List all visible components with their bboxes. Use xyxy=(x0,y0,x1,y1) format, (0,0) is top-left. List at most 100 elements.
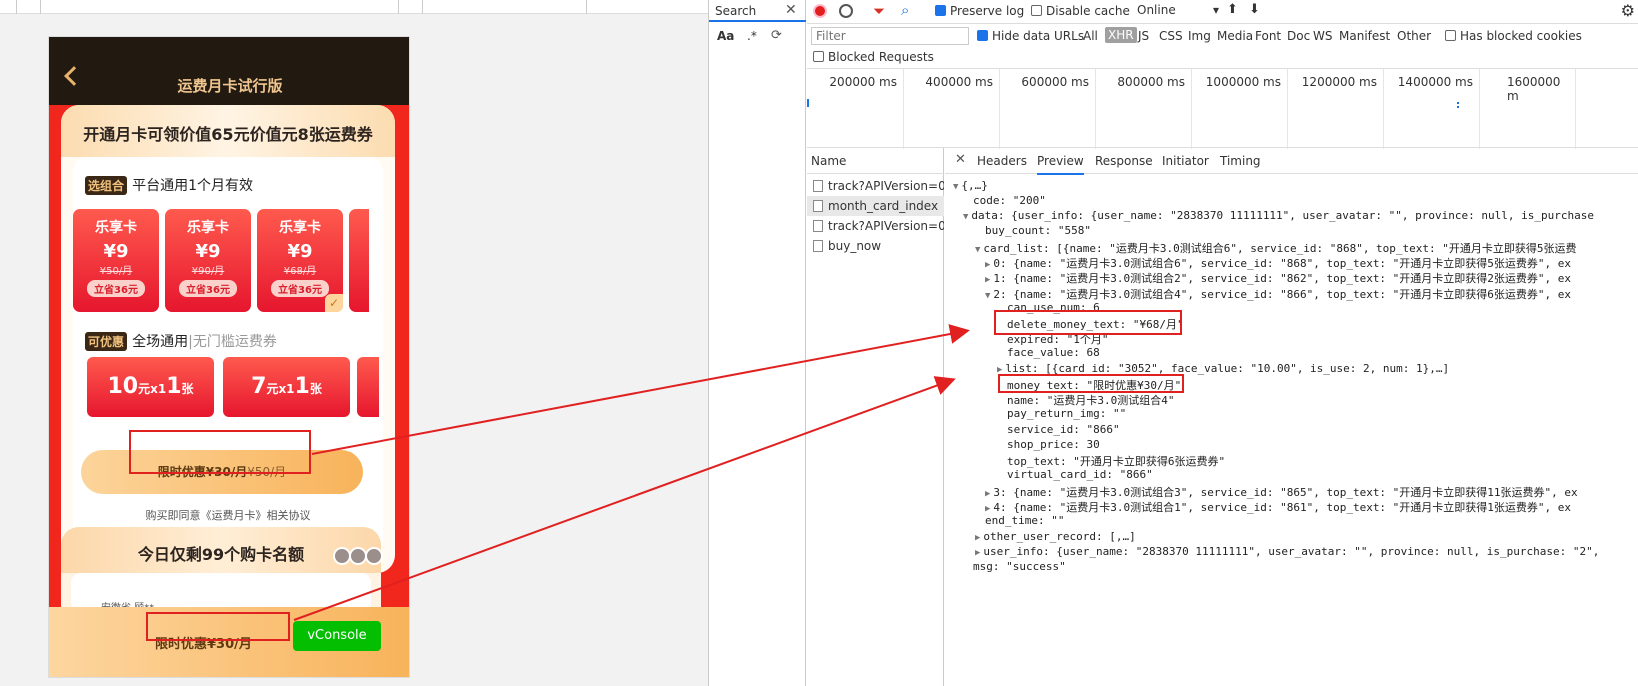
json-line: service_id: "866" xyxy=(1007,423,1120,436)
card-price: ¥9 xyxy=(195,241,221,262)
highlight-box xyxy=(146,612,290,641)
type-font[interactable]: Font xyxy=(1255,29,1281,43)
card-original-price: ¥90/月 xyxy=(191,266,225,277)
promo-card: 开通月卡可领价值65元价值元8张运费券 选组合 平台通用1个月有效 乐享卡 ¥9… xyxy=(61,105,395,573)
close-icon[interactable]: ✕ xyxy=(955,152,966,167)
tab-initiator[interactable]: Initiator xyxy=(1162,154,1209,168)
filter-icon[interactable]: ⏷ xyxy=(873,2,885,20)
json-line[interactable]: ▶ other_user_record: [,…] xyxy=(975,530,1136,543)
browser-tab-strip xyxy=(0,0,740,14)
type-media[interactable]: Media xyxy=(1217,29,1253,43)
highlight-box xyxy=(998,374,1184,393)
promo-headline: 开通月卡可领价值65元价值元8张运费券 xyxy=(83,125,373,144)
section-discount: 可优惠 全场通用|无门槛运费券 xyxy=(85,331,277,351)
json-line[interactable]: ▶ 3: {name: "运费月卡3.0测试组合3", service_id: "… xyxy=(985,484,1578,500)
request-detail: ✕ Headers Preview Response Initiator Tim… xyxy=(945,148,1638,686)
network-toolbar: ⏷ ⌕ Preserve log Disable cache Online ▾ ⬆… xyxy=(807,0,1638,24)
has-blocked-cookies-checkbox[interactable]: Has blocked cookies xyxy=(1445,29,1582,43)
timeline-tick: 200000 ms xyxy=(829,75,897,89)
refresh-icon[interactable]: ⟳ xyxy=(771,28,782,43)
filter-row: Hide data URLs All XHR JS CSS Img Media … xyxy=(807,24,1638,48)
coupon-item: 10元x11张 xyxy=(87,357,214,417)
json-line: shop_price: 30 xyxy=(1007,438,1100,451)
network-timeline[interactable]: 200000 ms 400000 ms 600000 ms 800000 ms … xyxy=(807,68,1638,149)
search-icon[interactable]: ⌕ xyxy=(901,1,909,19)
request-row[interactable]: track?APIVersion=0.... xyxy=(807,216,944,236)
hide-data-urls-checkbox[interactable]: Hide data URLs xyxy=(977,29,1084,43)
type-all[interactable]: All xyxy=(1083,29,1098,43)
tab-response[interactable]: Response xyxy=(1095,154,1153,168)
download-icon[interactable]: ⬇ xyxy=(1249,2,1260,17)
discount-subtitle: |无门槛运费券 xyxy=(188,334,277,350)
request-row[interactable]: buy_now xyxy=(807,236,944,256)
type-img[interactable]: Img xyxy=(1188,29,1211,43)
network-panel: ⏷ ⌕ Preserve log Disable cache Online ▾ ⬆… xyxy=(807,0,1638,686)
close-icon[interactable]: ✕ xyxy=(785,2,797,18)
type-xhr[interactable]: XHR xyxy=(1105,27,1137,43)
search-tab[interactable]: Search xyxy=(715,4,756,18)
json-line[interactable]: ▶ 1: {name: "运费月卡3.0测试组合2", service_id: "… xyxy=(985,270,1571,286)
card-name: 乐享卡 xyxy=(279,220,321,236)
json-line: end_time: "" xyxy=(985,514,1065,527)
tab-headers[interactable]: Headers xyxy=(977,154,1027,168)
gear-icon[interactable]: ⚙ xyxy=(1621,1,1635,20)
detail-tabs: ✕ Headers Preview Response Initiator Tim… xyxy=(945,148,1638,175)
filter-input[interactable] xyxy=(811,27,969,45)
upload-icon[interactable]: ⬆ xyxy=(1227,2,1238,17)
search-panel: Search ✕ Aa .* ⟳ xyxy=(709,0,806,686)
agreement-text[interactable]: 购买即同意《运费月卡》相关协议 xyxy=(61,507,395,523)
type-doc[interactable]: Doc xyxy=(1287,29,1310,43)
card-original-price: ¥50/月 xyxy=(99,266,133,277)
preserve-log-checkbox[interactable]: Preserve log xyxy=(935,4,1024,18)
json-line[interactable]: ▶ 0: {name: "运费月卡3.0测试组合6", service_id: "… xyxy=(985,255,1571,271)
type-js[interactable]: JS xyxy=(1138,29,1149,43)
card-option[interactable]: 乐享卡 ¥9 ¥50/月 立省36元 xyxy=(73,209,159,312)
discount-title: 全场通用 xyxy=(132,334,189,350)
request-row[interactable]: track?APIVersion=0.... xyxy=(807,176,944,196)
promo-body: 选组合 平台通用1个月有效 乐享卡 ¥9 ¥50/月 立省36元 乐享卡 ¥9 … xyxy=(73,157,383,557)
devtools-panel: Search ✕ Aa .* ⟳ ⏷ ⌕ Preserve log Disabl… xyxy=(708,0,1638,686)
json-line: pay_return_img: "" xyxy=(1007,407,1127,420)
json-line: buy_count: "558" xyxy=(985,224,1091,237)
type-ws[interactable]: WS xyxy=(1313,29,1332,43)
regex-button[interactable]: .* xyxy=(747,29,757,43)
request-row-selected[interactable]: month_card_index xyxy=(807,196,944,216)
json-line: msg: "success" xyxy=(973,560,1066,573)
card-name: 乐享卡 xyxy=(187,220,229,236)
card-price: ¥9 xyxy=(287,241,313,262)
vconsole-button[interactable]: vConsole xyxy=(293,621,381,651)
card-save-badge: 立省36元 xyxy=(179,280,237,297)
discount-tag: 可优惠 xyxy=(85,332,128,351)
blocked-requests-checkbox[interactable]: Blocked Requests xyxy=(813,50,934,64)
timeline-tick: 1000000 ms xyxy=(1205,75,1281,89)
timeline-tick: 800000 ms xyxy=(1117,75,1185,89)
json-line[interactable]: ▼ 2: {name: "运费月卡3.0测试组合4", service_id: "… xyxy=(985,286,1571,302)
timeline-tick: 1600000 m xyxy=(1507,75,1561,103)
type-css[interactable]: CSS xyxy=(1159,29,1183,43)
disable-cache-checkbox[interactable]: Disable cache xyxy=(1031,4,1130,18)
clear-icon[interactable] xyxy=(839,4,853,18)
type-other[interactable]: Other xyxy=(1397,29,1431,43)
timeline-bar xyxy=(807,99,809,107)
json-line[interactable]: ▼ card_list: [{name: "运费月卡3.0测试组合6", serv… xyxy=(975,240,1577,256)
name-column-header[interactable]: Name xyxy=(807,148,944,174)
throttle-select[interactable]: Online ▾ xyxy=(1137,3,1223,20)
match-case-button[interactable]: Aa xyxy=(717,29,734,43)
json-line: name: "运费月卡3.0测试组合4" xyxy=(1007,394,1175,407)
json-line: face_value: 68 xyxy=(1007,346,1100,359)
tab-preview[interactable]: Preview xyxy=(1037,154,1084,175)
card-option[interactable]: 乐享卡 ¥9 ¥90/月 立省36元 xyxy=(165,209,251,312)
card-original-price: ¥68/月 xyxy=(283,266,317,277)
tab-timing[interactable]: Timing xyxy=(1220,154,1261,168)
json-line[interactable]: ▼ data: {user_info: {user_name: "2838370 … xyxy=(963,209,1594,222)
type-manifest[interactable]: Manifest xyxy=(1339,29,1390,43)
card-option-selected[interactable]: 乐享卡 ¥9 ¥68/月 立省36元 ✓ xyxy=(257,209,343,312)
json-line[interactable]: ▶ user_info: {user_name: "2838370 1111111… xyxy=(975,545,1599,558)
json-line[interactable]: ▼ {,…} xyxy=(953,179,988,192)
json-line: top_text: "开通月卡立即获得6张运费券" xyxy=(1007,455,1226,468)
card-save-badge: 立省36元 xyxy=(271,280,329,297)
card-option-partial[interactable] xyxy=(349,209,369,312)
combo-title: 平台通用1个月有效 xyxy=(132,178,254,194)
json-line[interactable]: ▶ 4: {name: "运费月卡3.0测试组合1", service_id: "… xyxy=(985,499,1571,515)
record-icon[interactable] xyxy=(813,4,827,18)
